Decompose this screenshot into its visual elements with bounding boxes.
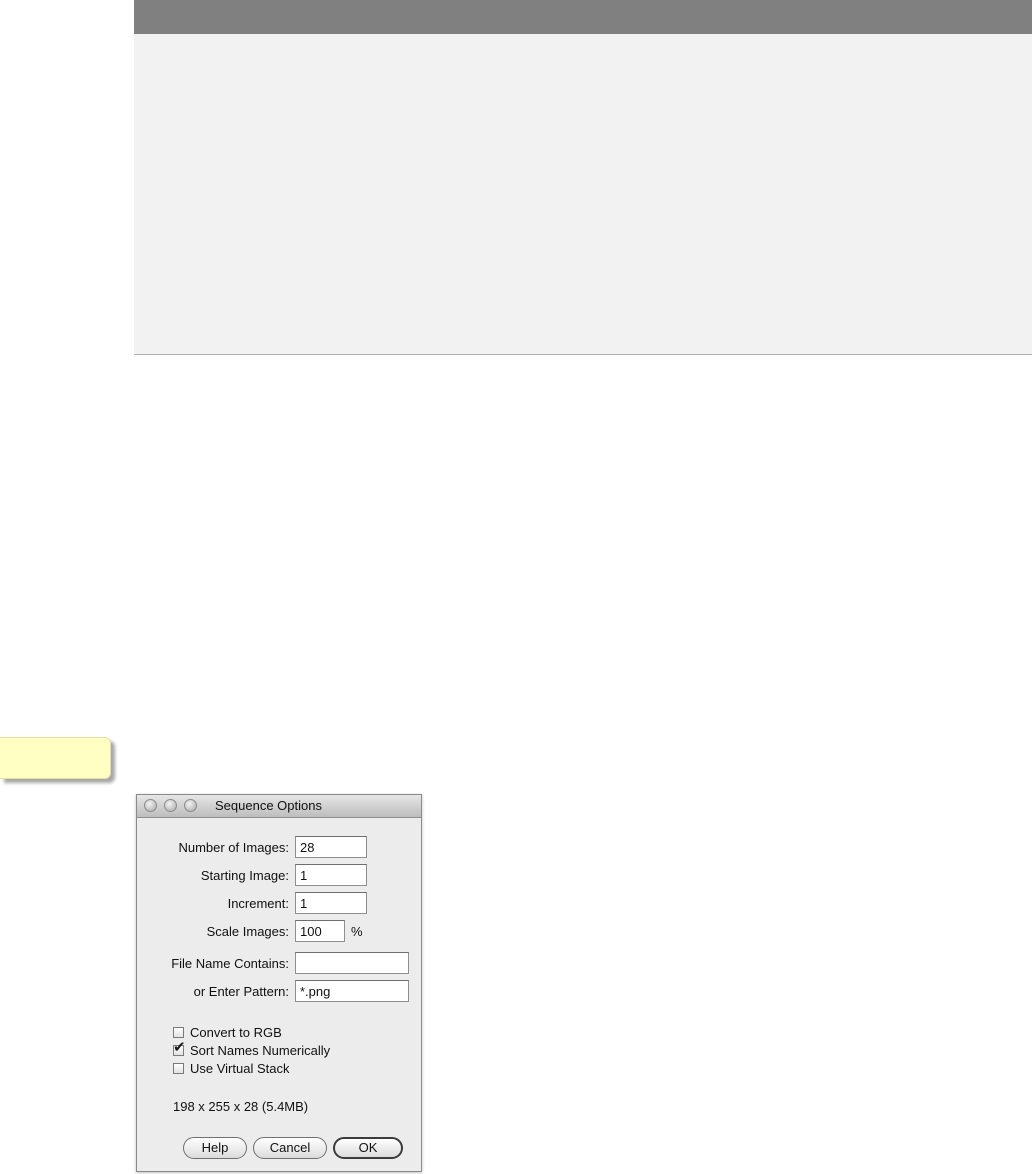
starting-image-label: Starting Image: xyxy=(200,868,289,883)
close-window-icon[interactable] xyxy=(144,799,157,812)
button-row: Help Cancel OK xyxy=(137,1137,421,1159)
help-button[interactable]: Help xyxy=(183,1137,247,1159)
file-name-contains-label: File Name Contains: xyxy=(171,956,289,971)
dialog-titlebar[interactable]: Sequence Options xyxy=(137,795,421,818)
scale-images-input[interactable] xyxy=(295,920,345,942)
checkmark-icon: ✔ xyxy=(173,1037,186,1056)
scale-images-label: Scale Images: xyxy=(206,924,289,939)
starting-image-input[interactable] xyxy=(295,864,367,886)
top-panel xyxy=(134,0,1032,355)
scale-percent-unit: % xyxy=(351,924,363,939)
sort-numerically-option[interactable]: ✔ Sort Names Numerically xyxy=(173,1039,331,1058)
sticky-note xyxy=(0,737,111,779)
minimize-window-icon[interactable] xyxy=(164,799,177,812)
dialog-title: Sequence Options xyxy=(215,798,322,813)
convert-rgb-checkbox[interactable] xyxy=(173,1026,184,1038)
virtual-stack-label: Use Virtual Stack xyxy=(190,1060,290,1076)
virtual-stack-checkbox[interactable] xyxy=(173,1062,184,1074)
virtual-stack-option[interactable]: Use Virtual Stack xyxy=(173,1060,289,1076)
stack-size-info: 198 x 255 x 28 (5.4MB) xyxy=(173,1099,309,1114)
number-of-images-label: Number of Images: xyxy=(178,840,289,855)
enter-pattern-label: or Enter Pattern: xyxy=(193,984,289,999)
increment-label: Increment: xyxy=(227,896,289,911)
zoom-window-icon[interactable] xyxy=(184,799,197,812)
sort-numerically-checkbox[interactable]: ✔ xyxy=(173,1039,186,1056)
top-panel-header xyxy=(134,0,1032,34)
file-name-contains-input[interactable] xyxy=(295,952,409,974)
cancel-button[interactable]: Cancel xyxy=(253,1137,327,1159)
increment-input[interactable] xyxy=(295,892,367,914)
convert-rgb-option[interactable]: Convert to RGB xyxy=(173,1024,282,1040)
sort-numerically-label: Sort Names Numerically xyxy=(190,1042,331,1058)
enter-pattern-input[interactable] xyxy=(295,980,409,1002)
ok-button[interactable]: OK xyxy=(333,1137,403,1159)
sequence-options-dialog: Sequence Options Number of Images: Start… xyxy=(136,794,422,1172)
number-of-images-input[interactable] xyxy=(295,836,367,858)
convert-rgb-label: Convert to RGB xyxy=(190,1024,282,1040)
page: Sequence Options Number of Images: Start… xyxy=(0,0,1032,1174)
